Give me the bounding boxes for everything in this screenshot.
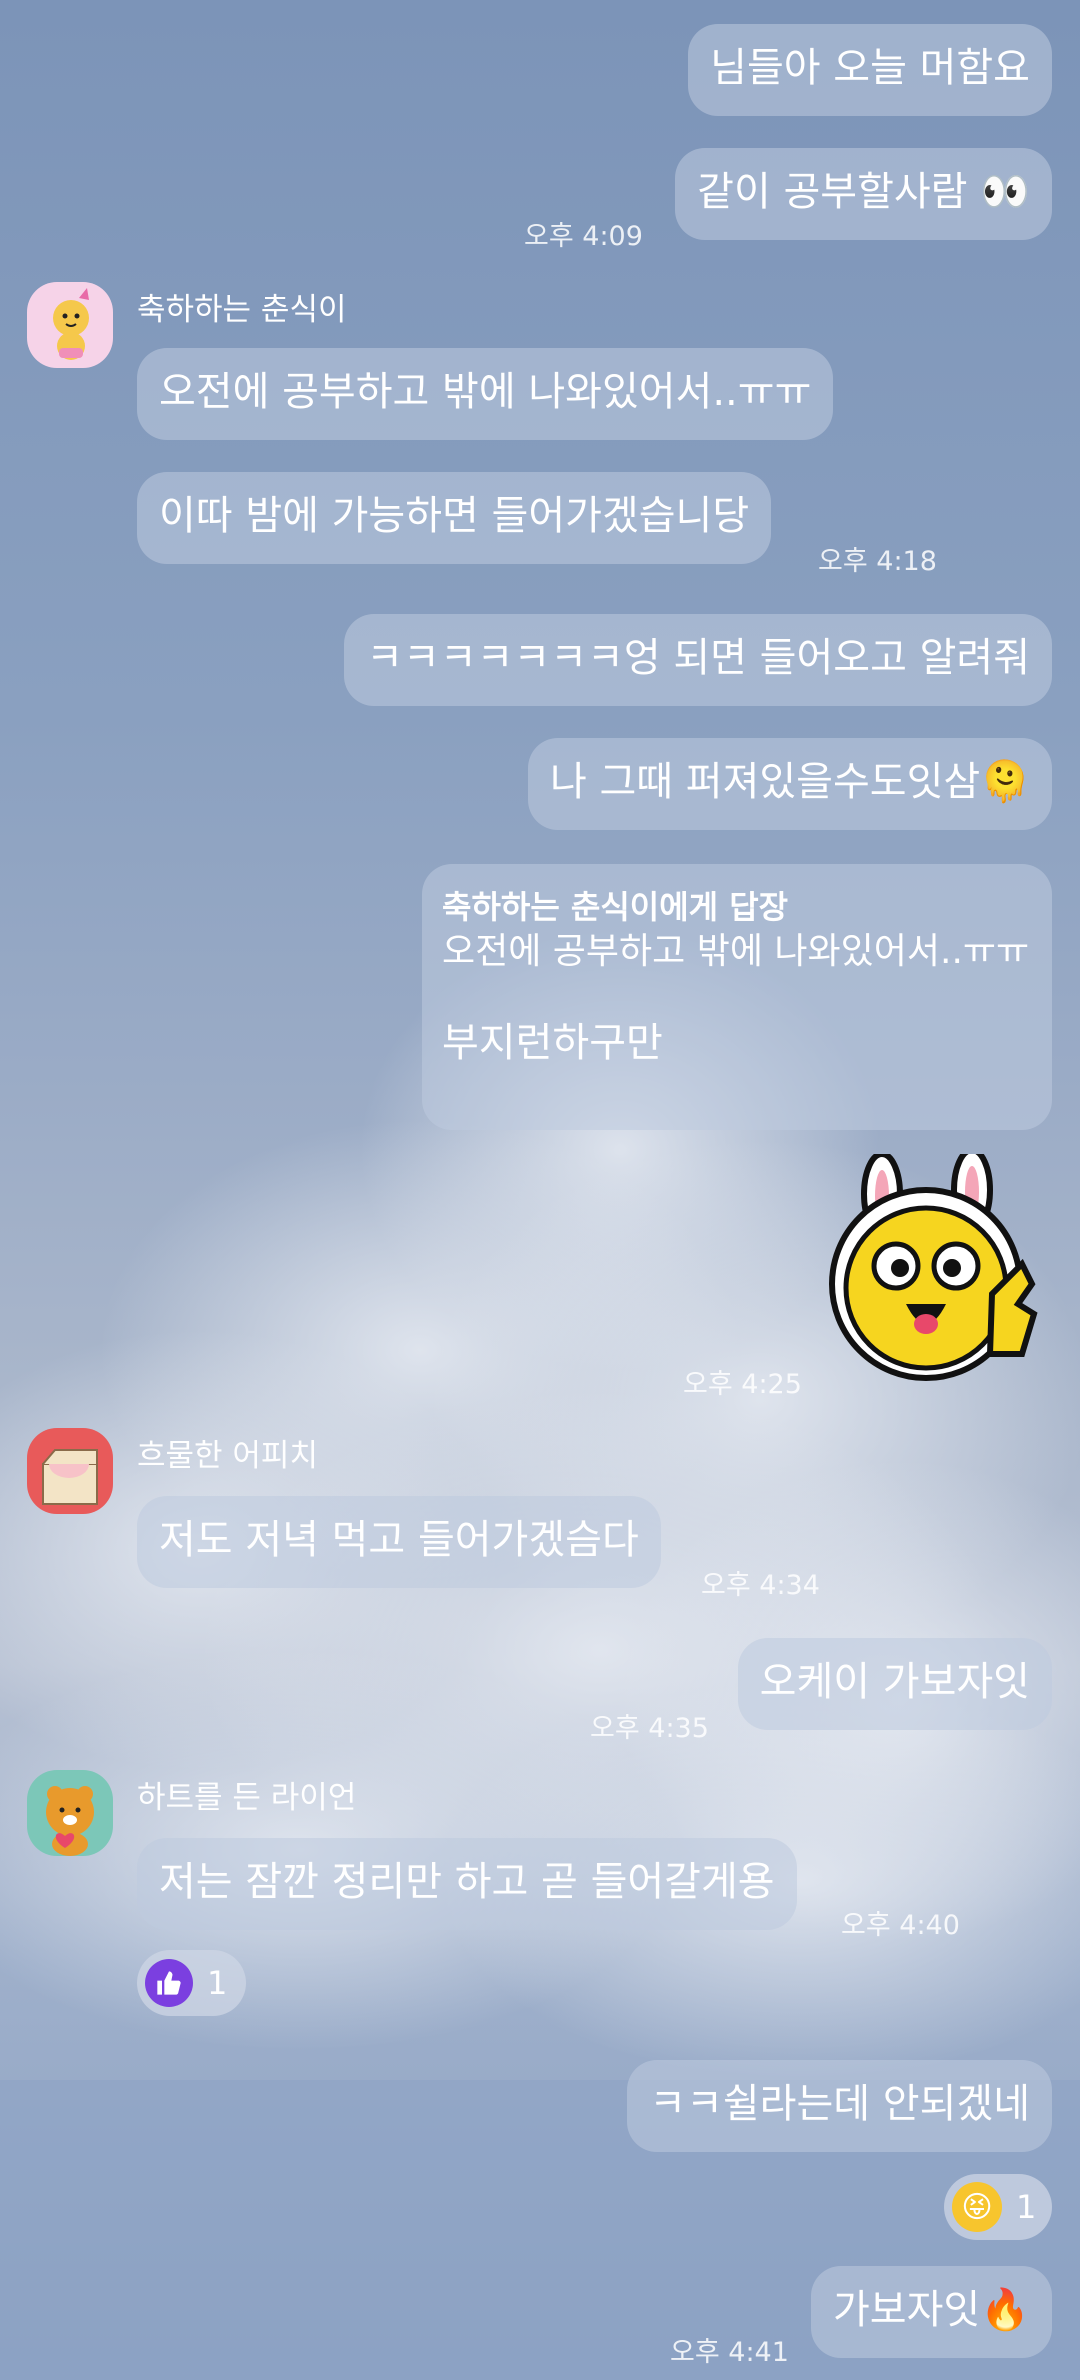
reply-quote: 오전에 공부하고 밖에 나와있어서..ㅠㅠ [442,931,1030,972]
message-time: 오후 4:40 [841,1910,960,1941]
my-message[interactable]: ㅋㅋ쉴라는데 안되겠네 [627,2060,1052,2152]
received-message[interactable]: 오전에 공부하고 밖에 나와있어서..ㅠㅠ [137,348,834,440]
sender-name: 하트를 든 라이언 [137,1780,357,1816]
sender-name: 축하하는 춘식이 [137,292,347,328]
reaction-count: 1 [207,1964,228,2002]
reaction-like[interactable]: 1 [137,1950,246,2016]
received-message[interactable]: 이따 밤에 가능하면 들어가겠습니당 [137,472,772,564]
message-text: ㅋㅋ쉴라는데 안되겠네 [649,2081,1030,2127]
message-text: 저는 잠깐 정리만 하고 곧 들어갈게용 [159,1859,775,1905]
message-text: 부지런하구만 [442,1020,663,1066]
message-time: 오후 4:18 [818,546,937,577]
sender-name: 흐물한 어피치 [137,1438,318,1474]
reply-message[interactable]: 축하하는 춘식이에게 답장 오전에 공부하고 밖에 나와있어서..ㅠㅠ 부지런하… [422,864,1052,1130]
reaction-laugh[interactable]: 😝 1 [944,2174,1052,2240]
message-text: 이따 밤에 가능하면 들어가겠습니당 [159,493,750,539]
my-message[interactable]: 같이 공부할사람 👀 [675,148,1052,240]
apeach-icon [42,1449,98,1505]
sticker-message[interactable] [822,1147,1054,1390]
message-text: 나 그때 퍼져있을수도잇삼🫠 [549,759,1030,805]
message-time: 오후 4:09 [524,221,643,252]
thumbs-up-icon [145,1959,193,2007]
ryan-bunny-thumbs-up-sticker-icon [829,1147,1038,1381]
my-message[interactable]: 오케이 가보자잇 [737,1638,1052,1730]
message-time: 오후 4:35 [590,1713,709,1744]
chunsik-icon [53,288,89,360]
my-message[interactable]: 가보자잇🔥 [810,2266,1052,2358]
message-time: 오후 4:25 [683,1369,802,1400]
my-message[interactable]: 나 그때 퍼져있을수도잇삼🫠 [527,738,1052,830]
avatar-chunsik[interactable] [27,282,113,368]
message-text: 가보자잇🔥 [832,2287,1030,2333]
my-message[interactable]: 님들아 오늘 머함요 [688,24,1052,116]
message-text: 님들아 오늘 머함요 [710,45,1030,91]
ryan-heart-icon [46,1786,94,1856]
reply-header: 축하하는 춘식이에게 답장 [442,888,789,926]
received-message[interactable]: 저는 잠깐 정리만 하고 곧 들어갈게용 [137,1838,797,1930]
message-time: 오후 4:34 [701,1570,820,1601]
message-text: 같이 공부할사람 👀 [697,169,1030,215]
received-message[interactable]: 저도 저녁 먹고 들어가겠슴다 [137,1496,661,1588]
avatar-ryan[interactable] [27,1770,113,1856]
reaction-count: 1 [1016,2188,1037,2226]
message-text: 저도 저녁 먹고 들어가겠슴다 [159,1517,639,1563]
message-text: 오전에 공부하고 밖에 나와있어서..ㅠㅠ [159,369,812,415]
laughing-emoji-icon: 😝 [952,2182,1002,2232]
message-text: ㅋㅋㅋㅋㅋㅋㅋ엉 되면 들어오고 알려줘 [366,635,1030,681]
message-text: 오케이 가보자잇 [759,1659,1030,1705]
message-time: 오후 4:41 [670,2337,789,2368]
avatar-apeach[interactable] [27,1428,113,1514]
my-message[interactable]: ㅋㅋㅋㅋㅋㅋㅋ엉 되면 들어오고 알려줘 [344,614,1052,706]
